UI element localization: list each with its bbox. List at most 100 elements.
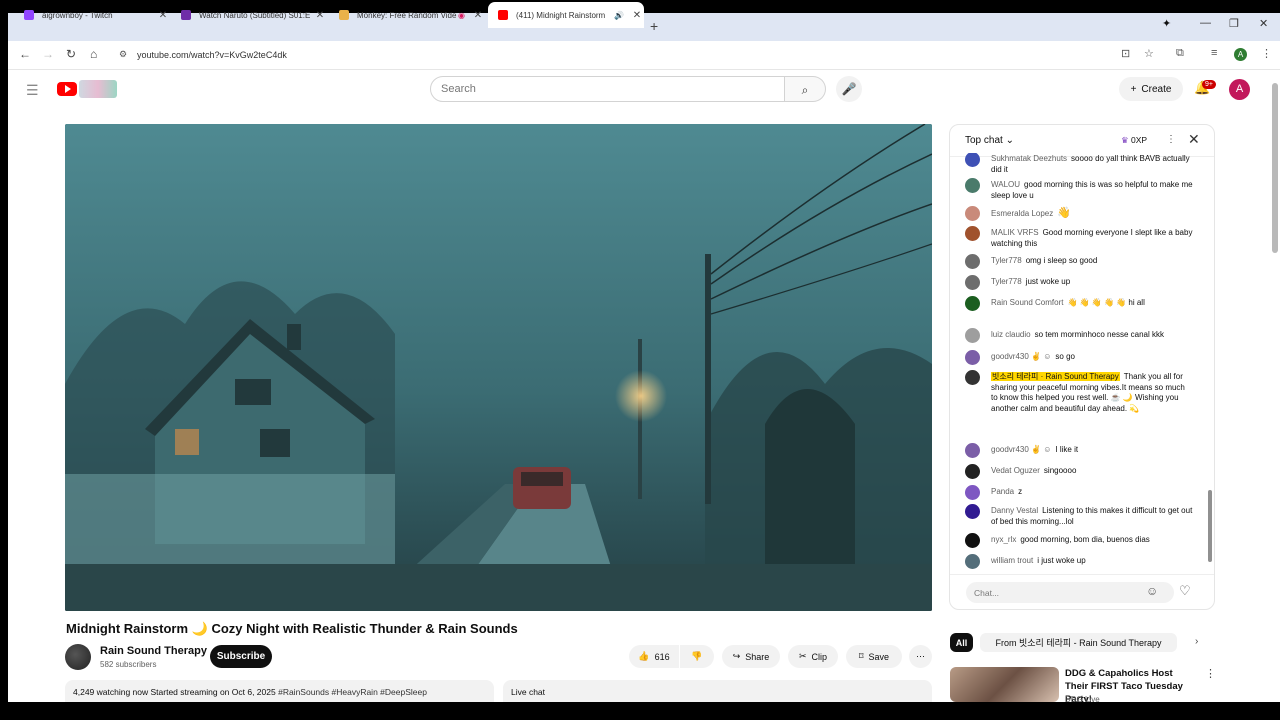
heart-reaction-icon[interactable]: ♡ bbox=[1179, 583, 1191, 599]
recommended-more-icon[interactable]: ⋮ bbox=[1205, 667, 1216, 680]
chat-message[interactable]: Sukhmatak Deezhuts soooo do yall think BA… bbox=[965, 153, 1193, 175]
description-box[interactable]: 4,249 watching now Started streaming on … bbox=[65, 680, 494, 702]
chat-text: singoooo bbox=[1043, 466, 1077, 475]
chat-author: Tyler778 bbox=[991, 277, 1022, 286]
chat-scrollbar[interactable] bbox=[1208, 490, 1212, 562]
filter-chip-all[interactable]: All bbox=[950, 633, 973, 652]
search-placeholder: Search bbox=[441, 83, 476, 95]
chat-avatar bbox=[965, 206, 980, 221]
chat-message[interactable]: Tyler778 omg i sleep so good bbox=[965, 254, 1193, 269]
emoji-picker-icon[interactable]: ☺ bbox=[1146, 584, 1158, 598]
chat-message-list[interactable]: Sukhmatak Deezhuts soooo do yall think BA… bbox=[950, 153, 1206, 573]
bookmark-star-icon[interactable]: ☆ bbox=[1144, 47, 1154, 60]
chat-message[interactable]: Danny Vestal Listening to this makes it d… bbox=[965, 504, 1193, 527]
new-tab-icon[interactable]: + bbox=[650, 18, 658, 34]
chat-author: nyx_rlx bbox=[991, 535, 1017, 544]
chat-text: omg i sleep so good bbox=[1025, 256, 1098, 265]
extensions-icon[interactable]: ⧉ bbox=[1176, 47, 1184, 60]
chat-message[interactable]: MALIK VRFS Good morning everyone I slept … bbox=[965, 226, 1193, 249]
chat-avatar bbox=[965, 533, 980, 548]
forward-icon[interactable]: → bbox=[42, 47, 54, 61]
chevron-right-icon[interactable]: › bbox=[1195, 636, 1198, 647]
chat-message[interactable]: goodvr430 ✌ ☺ so go bbox=[965, 350, 1193, 365]
chat-message[interactable]: goodvr430 ✌ ☺ I like it bbox=[965, 443, 1193, 458]
browser-tab[interactable]: aigrownboy - Twitch ✕ bbox=[14, 2, 170, 28]
browser-tab[interactable]: Monkey: Free Random Vide ◉ ✕ bbox=[329, 2, 485, 28]
chat-input[interactable]: Chat... bbox=[966, 582, 1174, 603]
chat-message[interactable]: WALOU good morning this is was so helpful… bbox=[965, 178, 1193, 201]
video-player[interactable] bbox=[65, 124, 932, 611]
chat-input-placeholder: Chat... bbox=[974, 588, 1000, 598]
reload-icon[interactable]: ↻ bbox=[66, 47, 76, 61]
site-info-icon[interactable]: ⚙ bbox=[119, 49, 127, 60]
save-button[interactable]: ⌑ Save bbox=[846, 645, 902, 668]
chat-message[interactable]: william trout i just woke up bbox=[965, 554, 1193, 569]
account-avatar[interactable]: A bbox=[1229, 79, 1250, 100]
chat-message[interactable]: Panda z bbox=[965, 485, 1193, 500]
url-text: youtube.com/watch?v=KvGw2teC4dk bbox=[137, 50, 287, 60]
media-controls-icon[interactable]: ≡ bbox=[1211, 47, 1217, 59]
browser-menu-icon[interactable]: ⋮ bbox=[1261, 47, 1272, 60]
clip-button[interactable]: ✂ Clip bbox=[788, 645, 838, 668]
description-hashtags[interactable]: #RainSounds #HeavyRain #DeepSleep bbox=[278, 687, 427, 697]
chat-avatar bbox=[965, 178, 980, 193]
chat-author: Vedat Oguzer bbox=[991, 466, 1040, 475]
close-tab-icon[interactable]: ✕ bbox=[313, 10, 327, 21]
screen-border-bottom bbox=[0, 702, 1280, 720]
chat-message[interactable]: Vedat Oguzer singoooo bbox=[965, 464, 1193, 479]
search-input[interactable]: Search bbox=[430, 76, 785, 102]
close-tab-icon[interactable]: ✕ bbox=[471, 10, 485, 21]
close-chat-icon[interactable]: ✕ bbox=[1188, 131, 1200, 148]
browser-tab-active[interactable]: (411) Midnight Rainstorm 🔊 ✕ bbox=[488, 2, 644, 28]
chat-text: i just woke up bbox=[1037, 556, 1086, 565]
close-tab-icon[interactable]: ✕ bbox=[156, 10, 170, 21]
dislike-button[interactable]: 👎 bbox=[680, 645, 714, 668]
back-icon[interactable]: ← bbox=[19, 47, 31, 61]
install-app-icon[interactable]: ⊡ bbox=[1121, 47, 1130, 60]
share-button[interactable]: ↪ Share bbox=[722, 645, 780, 668]
voice-search-icon[interactable]: 🎤 bbox=[836, 76, 862, 102]
youtube-favicon-icon bbox=[498, 10, 508, 20]
subscribe-button[interactable]: Subscribe bbox=[210, 645, 272, 668]
like-button[interactable]: 👍 616 bbox=[629, 645, 679, 668]
browser-tab[interactable]: Watch Naruto (Subtitled) S01:E ✕ bbox=[171, 2, 327, 28]
filter-chip-from-channel[interactable]: From 빗소리 테라피 - Rain Sound Therapy bbox=[980, 633, 1177, 652]
subscriber-count: 582 subscribers bbox=[100, 660, 157, 669]
restore-icon[interactable]: ❐ bbox=[1229, 17, 1239, 30]
more-actions-icon[interactable]: ⋯ bbox=[909, 645, 932, 668]
chat-author: Danny Vestal bbox=[991, 506, 1039, 515]
window-close-icon[interactable]: ✕ bbox=[1259, 17, 1268, 30]
chat-more-icon[interactable]: ⋮ bbox=[1166, 134, 1176, 145]
page-scrollbar[interactable] bbox=[1272, 83, 1278, 253]
gemini-icon[interactable]: ✦ bbox=[1162, 17, 1171, 30]
thumbs-up-icon: 👍 bbox=[638, 651, 650, 661]
chat-avatar bbox=[965, 554, 980, 569]
chat-message[interactable]: Rain Sound Comfort 👋 👋 👋 👋 👋 hi all bbox=[965, 296, 1193, 311]
home-icon[interactable]: ⌂ bbox=[90, 47, 97, 61]
browser-profile-avatar[interactable]: A bbox=[1234, 48, 1247, 61]
audio-playing-icon[interactable]: 🔊 bbox=[614, 11, 624, 20]
minimize-icon[interactable]: — bbox=[1200, 17, 1211, 29]
live-chat-bar[interactable]: Live chat bbox=[503, 680, 932, 702]
youtube-logo-icon[interactable] bbox=[57, 82, 77, 96]
channel-name[interactable]: Rain Sound Therapy bbox=[100, 645, 207, 657]
chat-message[interactable]: luiz claudio so tem morminhoco nesse cana… bbox=[965, 328, 1193, 343]
chat-text: good morning, bom dia, buenos dias bbox=[1020, 535, 1150, 544]
search-icon[interactable]: ⌕ bbox=[785, 76, 826, 102]
recommended-video-thumbnail[interactable] bbox=[950, 667, 1059, 702]
guide-menu-icon[interactable]: ☰ bbox=[26, 82, 39, 99]
xp-indicator[interactable]: ♛ 0XP bbox=[1121, 135, 1147, 146]
thumbs-down-icon: 👎 bbox=[691, 651, 703, 661]
chat-message-owner[interactable]: 빗소리 테라피 · Rain Sound Therapy Thank you al… bbox=[965, 370, 1193, 414]
chat-avatar bbox=[965, 296, 980, 311]
top-chat-dropdown[interactable]: Top chat ⌄ bbox=[965, 135, 1014, 146]
chat-message[interactable]: nyx_rlx good morning, bom dia, buenos dia… bbox=[965, 533, 1193, 548]
chat-message[interactable]: Tyler778 just woke up bbox=[965, 275, 1193, 290]
address-bar[interactable]: ⚙ youtube.com/watch?v=KvGw2teC4dk bbox=[113, 45, 1113, 65]
youtube-doodle[interactable] bbox=[79, 80, 117, 98]
chat-message[interactable]: Esmeralda Lopez 👋 bbox=[965, 206, 1193, 221]
tab-title: Watch Naruto (Subtitled) S01:E bbox=[199, 10, 311, 20]
create-button[interactable]: + Create bbox=[1119, 77, 1183, 101]
close-tab-icon[interactable]: ✕ bbox=[630, 10, 644, 21]
channel-avatar[interactable] bbox=[65, 644, 91, 670]
